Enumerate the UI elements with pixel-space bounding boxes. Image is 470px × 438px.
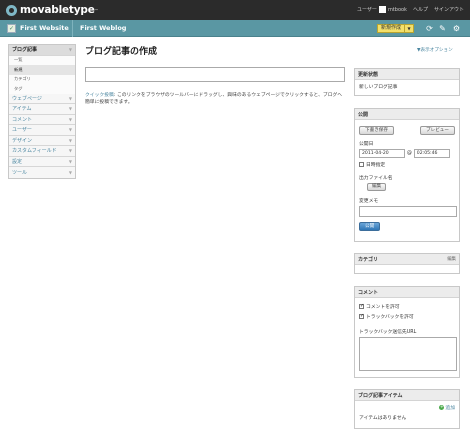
change-note-label: 変更メモ — [359, 199, 379, 204]
category-widget-title: カテゴリ — [358, 256, 379, 263]
status-widget-title: 更新状態 — [355, 69, 459, 80]
main-navigation: ブログ記事 ▼ 一覧 新規 カテゴリ タグ ウェブページ ▼ アイテム ▼ コメント ▼… — [8, 44, 76, 179]
schedule-checkbox[interactable] — [359, 162, 364, 167]
chevron-down-icon: ▼ — [68, 158, 72, 164]
entry-title-input[interactable] — [85, 67, 345, 82]
refresh-icon[interactable]: ⟳ — [425, 24, 434, 33]
schedule-label: 日時指定 — [366, 163, 386, 168]
user-label: ユーザー mtbook — [357, 6, 407, 13]
blog-link[interactable]: First Weblog — [80, 24, 126, 32]
nav-design[interactable]: デザイン ▼ — [9, 136, 75, 146]
quickpost-text: : このリンクをブラウザのツールバーにドラッグし、興味のあるウェブページでクリッ… — [85, 93, 343, 105]
edit-external-icon[interactable]: ✎ — [438, 24, 447, 33]
publish-widget: 公開 下書き保存 プレビュー 公開日 2011-04-20 @ 02:05:46… — [354, 108, 460, 242]
allow-comments-label: コメントを許可 — [366, 305, 400, 310]
publish-button[interactable]: 公開 — [359, 222, 381, 231]
signout-link[interactable]: サインアウト — [434, 6, 464, 13]
preview-button[interactable]: プレビュー — [420, 126, 455, 135]
basename-label: 出力ファイル名 — [359, 176, 393, 181]
comments-widget-title: コメント — [355, 287, 459, 298]
global-header: movabletype ™ ユーザー mtbook ヘルプ サインアウト — [0, 0, 470, 20]
status-widget: 更新状態 新しいブログ記事 — [354, 68, 460, 96]
category-edit-link[interactable]: 編集 — [447, 256, 456, 262]
display-options-link[interactable]: ▼表示オプション — [417, 47, 453, 53]
nav-entries-list[interactable]: 一覧 — [9, 55, 75, 65]
website-link[interactable]: First Website — [20, 24, 69, 32]
chevron-down-icon: ▼ — [68, 169, 72, 175]
nav-entries-tags[interactable]: タグ — [9, 84, 75, 94]
logo-mark-icon — [6, 4, 17, 16]
add-asset-label[interactable]: 追加 — [445, 404, 455, 411]
nav-comments[interactable]: コメント ▼ — [9, 115, 75, 125]
new-menu-button[interactable]: 新規作成 ▼ — [377, 24, 415, 33]
quickpost-note: クイック投稿: このリンクをブラウザのツールバーにドラッグし、興味のあるウェブペ… — [85, 92, 345, 106]
user-avatar-icon — [378, 6, 386, 13]
nav-users[interactable]: ユーザー ▼ — [9, 125, 75, 136]
save-draft-button[interactable]: 下書き保存 — [359, 126, 394, 135]
no-assets-text: アイテムはありません — [359, 416, 407, 421]
allow-trackbacks-label: トラックバックを許可 — [366, 315, 414, 320]
publish-date-field[interactable]: 2011-04-20 — [359, 149, 405, 158]
username-link[interactable]: mtbook — [388, 7, 407, 13]
plus-icon: + — [439, 405, 445, 410]
entry-assets-widget: ブログ記事アイテム + 追加 アイテムはありません — [354, 389, 460, 429]
nav-entries-new[interactable]: 新規 — [9, 65, 75, 75]
help-link[interactable]: ヘルプ — [413, 6, 428, 13]
category-widget: カテゴリ 編集 — [354, 253, 460, 274]
chevron-down-icon: ▼ — [68, 116, 72, 122]
allow-trackbacks-checkbox[interactable] — [359, 313, 364, 319]
nav-tools[interactable]: ツール ▼ — [9, 167, 75, 178]
nav-pages[interactable]: ウェブページ ▼ — [9, 94, 75, 104]
chevron-down-icon: ▼ — [68, 127, 72, 133]
logo-text: movabletype — [20, 4, 95, 16]
publish-time-field[interactable]: 02:05:46 — [413, 149, 450, 158]
basename-edit-button[interactable]: 編集 — [367, 183, 387, 191]
publish-date-label: 公開日 — [359, 142, 374, 147]
nav-settings[interactable]: 設定 ▼ — [9, 157, 75, 167]
settings-icon[interactable]: ⚙ — [452, 24, 461, 33]
nav-entries[interactable]: ブログ記事 ▼ — [9, 45, 75, 56]
website-icon: ✓ — [7, 24, 16, 33]
page-title: ブログ記事の作成 — [85, 47, 158, 57]
logo-trademark: ™ — [94, 7, 99, 13]
quickpost-link[interactable]: クイック投稿 — [85, 93, 114, 98]
new-menu-label[interactable]: 新規作成 — [377, 24, 406, 33]
assets-widget-title: ブログ記事アイテム — [355, 390, 459, 401]
ping-url-label: トラックバック送信先URL — [359, 330, 417, 335]
nav-entries-category[interactable]: カテゴリ — [9, 74, 75, 84]
status-text: 新しいブログ記事 — [359, 85, 398, 90]
allow-comments-checkbox[interactable] — [359, 303, 364, 309]
chevron-down-icon: ▼ — [68, 137, 72, 143]
user-menu: ユーザー mtbook ヘルプ サインアウト — [357, 6, 464, 13]
publish-widget-title: 公開 — [355, 109, 459, 120]
scope-separator — [72, 20, 73, 37]
ping-url-textarea[interactable] — [359, 337, 457, 371]
comments-widget: コメント コメントを許可 トラックバックを許可 トラックバック送信先URL — [354, 286, 460, 378]
chevron-down-icon[interactable]: ▼ — [405, 24, 415, 33]
scope-bar: ✓ First Website First Weblog 新規作成 ▼ ⟳ ✎ … — [0, 20, 470, 37]
chevron-down-icon: ▼ — [68, 148, 72, 154]
nav-custom-fields[interactable]: カスタムフィールド ▼ — [9, 146, 75, 157]
chevron-down-icon: ▼ — [68, 47, 72, 53]
nav-assets[interactable]: アイテム ▼ — [9, 104, 75, 115]
chevron-down-icon: ▼ — [68, 95, 72, 101]
movabletype-logo[interactable]: movabletype ™ — [6, 4, 99, 16]
chevron-down-icon: ▼ — [68, 106, 72, 112]
change-note-input[interactable] — [359, 206, 457, 217]
at-sign: @ — [407, 151, 412, 156]
add-asset-link[interactable]: + 追加 — [359, 404, 455, 411]
